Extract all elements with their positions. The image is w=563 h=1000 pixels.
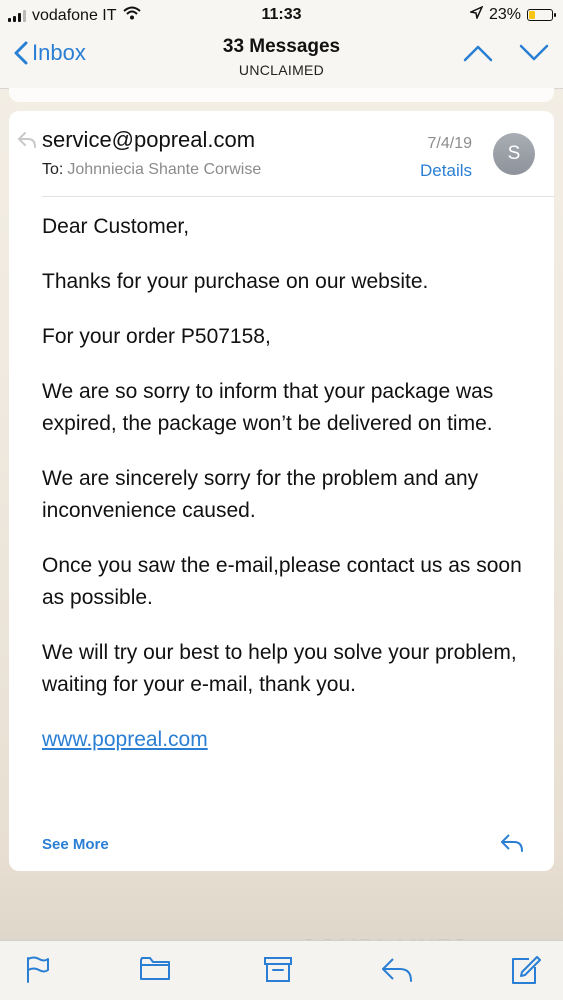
body-paragraph: We are sincerely sorry for the problem a… [42,467,479,522]
folder-icon[interactable] [139,955,171,986]
see-more-button[interactable]: See More [42,836,109,853]
body-paragraph: We are so sorry to inform that your pack… [42,380,494,435]
message-body: Dear Customer, Thanks for your purchase … [42,211,522,779]
reply-icon[interactable] [380,955,414,988]
battery-level [529,11,535,19]
battery-percent: 23% [488,6,521,23]
location-arrow-icon [468,5,484,24]
chevron-up-icon[interactable] [463,44,493,67]
message-date: 7/4/19 [427,135,472,152]
navigation-bar: Inbox 33 Messages UNCLAIMED [0,30,563,89]
compose-icon[interactable] [509,955,541,990]
status-bar: vodafone IT 11:33 23% [0,0,563,30]
reply-arrow-icon[interactable] [500,833,524,858]
body-paragraph: We will try our best to help you solve y… [42,641,517,696]
body-paragraph: Dear Customer, [42,215,190,238]
details-button[interactable]: Details [420,161,472,181]
archive-icon[interactable] [263,955,293,988]
status-right: 23% [468,5,556,24]
website-link[interactable]: www.popreal.com [42,728,208,751]
header-divider [42,196,554,197]
sender-address[interactable]: service@popreal.com [42,127,255,153]
message-card: service@popreal.com To: Johnniecia Shante… [9,111,554,871]
message-navigation [463,44,549,67]
flag-icon[interactable] [25,955,51,988]
chevron-down-icon[interactable] [519,44,549,67]
battery-icon [527,9,556,21]
replied-indicator-icon [17,131,37,154]
recipient-line: To: Johnniecia Shante Corwise [42,161,261,179]
recipient-name[interactable]: Johnniecia Shante Corwise [67,161,261,178]
bottom-toolbar [0,940,563,1000]
body-paragraph: Thanks for your purchase on our website. [42,270,429,293]
body-paragraph: Once you saw the e-mail,please contact u… [42,554,522,609]
previous-message-card-edge[interactable] [9,88,554,102]
avatar[interactable]: S [493,133,535,175]
body-paragraph: For your order P507158, [42,325,271,348]
to-label: To: [42,161,64,178]
